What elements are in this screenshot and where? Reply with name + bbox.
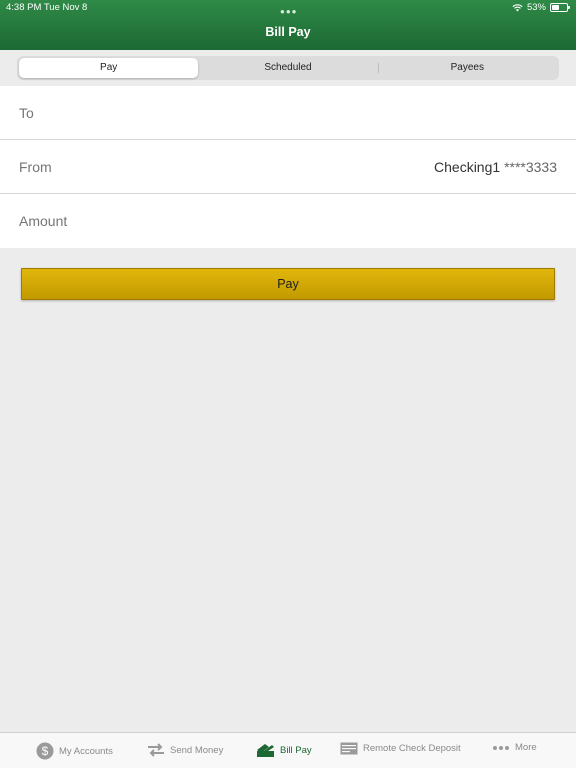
tab-bar: $ My Accounts Send Money Bill Pay Remote…: [0, 732, 576, 768]
from-account-value: Checking1 ****3333: [434, 158, 557, 175]
tab-more[interactable]: More: [492, 742, 537, 753]
segmented-control: Pay Scheduled Payees: [17, 56, 559, 80]
segment-payees[interactable]: Payees: [377, 58, 557, 78]
dollar-circle-icon: $: [36, 742, 54, 760]
segment-pay[interactable]: Pay: [19, 58, 199, 78]
bill-pay-form: To From Checking1 ****3333 Amount: [0, 86, 576, 248]
bill-pay-icon: [257, 744, 274, 757]
tab-my-accounts[interactable]: $ My Accounts: [36, 742, 113, 760]
ellipsis-icon: [493, 745, 509, 750]
from-label: From: [19, 158, 52, 175]
svg-text:$: $: [42, 744, 49, 758]
status-time: 4:38 PM Tue Nov 8: [6, 2, 88, 13]
tab-send-money[interactable]: Send Money: [147, 742, 223, 758]
ellipsis-icon[interactable]: ●●●: [280, 7, 298, 16]
page-title: Bill Pay: [265, 25, 311, 39]
transfer-arrows-icon: [148, 743, 164, 757]
from-row[interactable]: From Checking1 ****3333: [0, 140, 576, 194]
battery-icon: [550, 3, 570, 12]
amount-row[interactable]: Amount: [0, 194, 576, 248]
amount-label: Amount: [19, 213, 68, 229]
tab-remote-check-deposit[interactable]: Remote Check Deposit: [340, 742, 461, 755]
check-icon: [340, 742, 358, 755]
tab-bill-pay[interactable]: Bill Pay: [256, 742, 312, 758]
status-indicators: 53%: [512, 2, 570, 13]
app-header: 4:38 PM Tue Nov 8 ●●● 53% Bill Pay: [0, 0, 576, 50]
wifi-icon: [512, 3, 523, 12]
segment-scheduled[interactable]: Scheduled: [198, 58, 377, 78]
battery-percent: 53%: [526, 2, 546, 13]
to-label: To: [19, 104, 34, 121]
pay-button[interactable]: Pay: [21, 268, 555, 300]
to-row[interactable]: To: [0, 86, 576, 140]
